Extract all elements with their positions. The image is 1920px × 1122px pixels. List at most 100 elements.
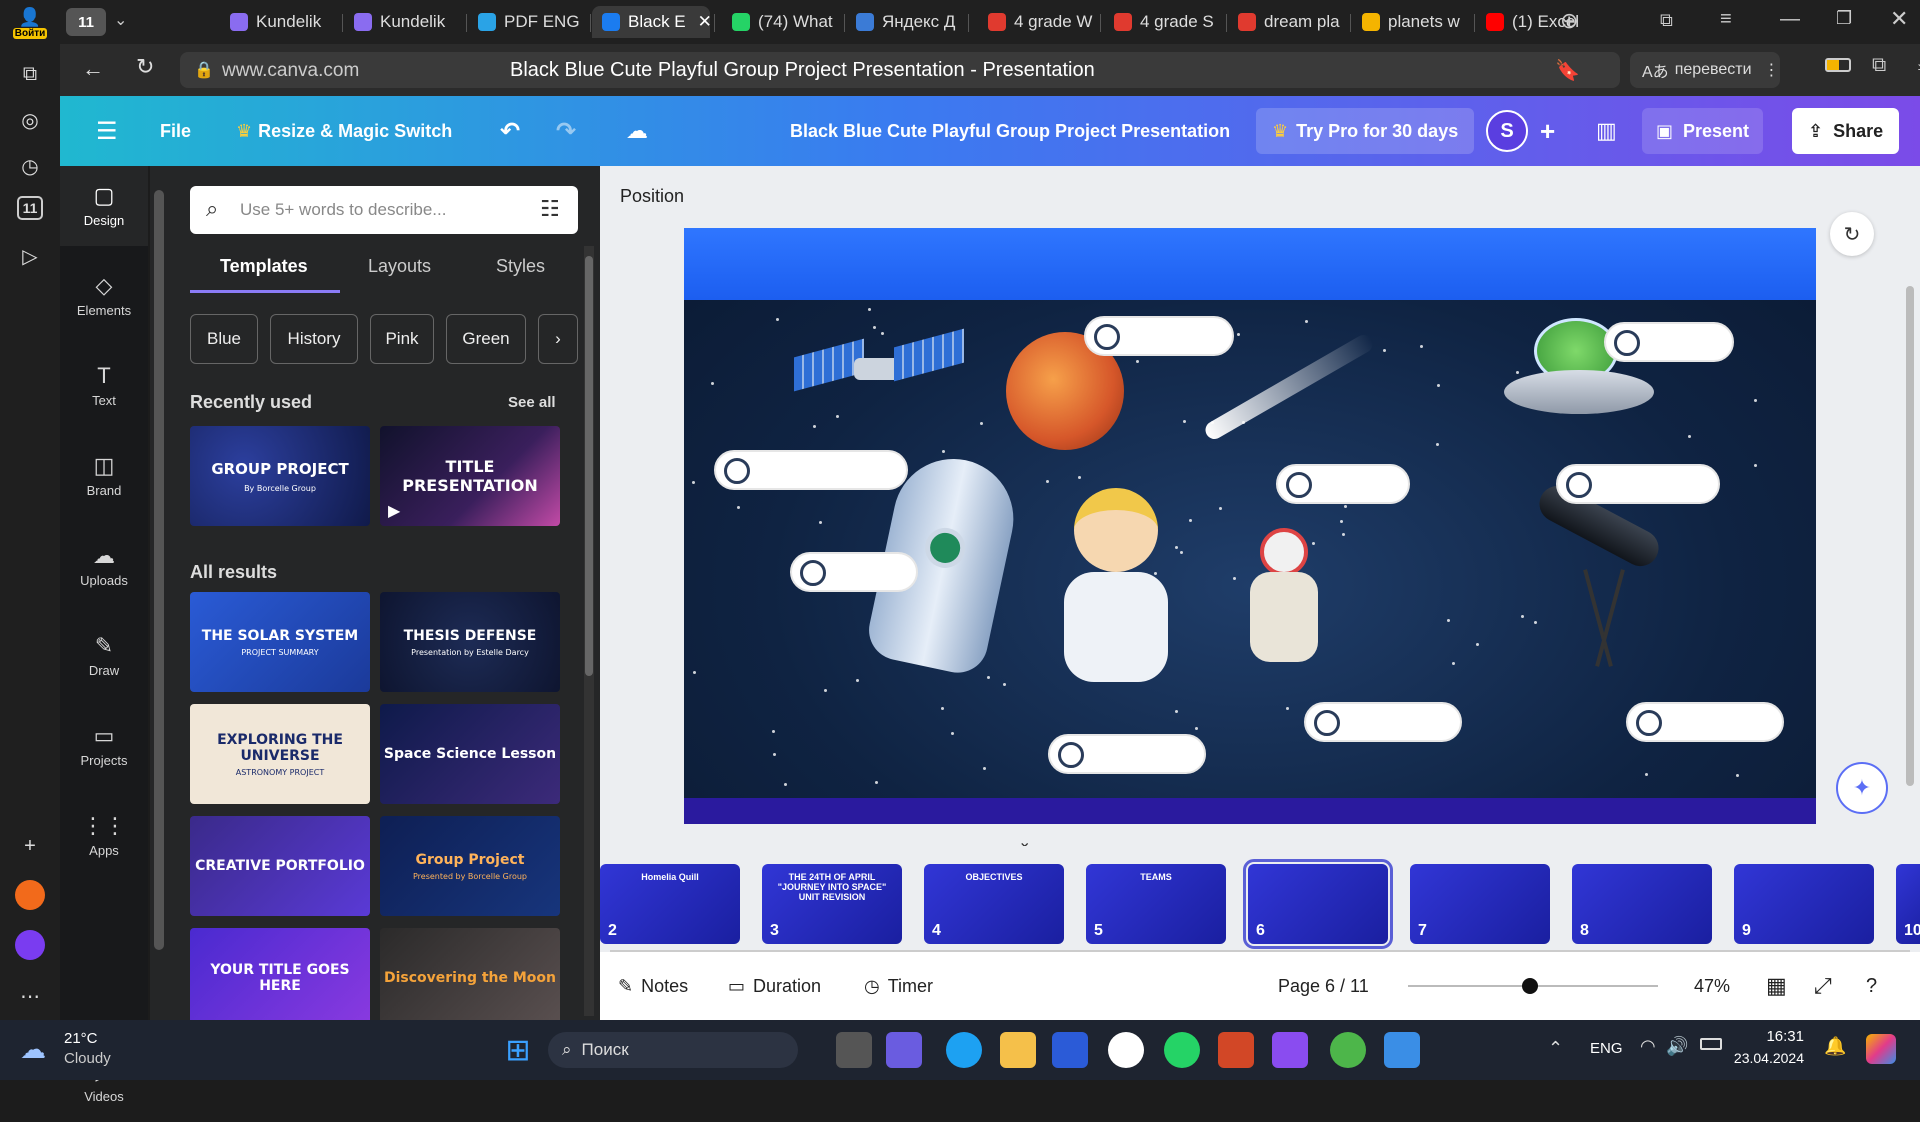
- page-thumb[interactable]: THE 24TH OF APRIL "JOURNEY INTO SPACE" U…: [762, 864, 902, 944]
- translate-button[interactable]: Aあ перевести ⋮: [1630, 52, 1780, 88]
- template-thumb[interactable]: Discovering the Moon: [380, 928, 560, 1028]
- restore-icon[interactable]: ❐: [1836, 8, 1852, 29]
- edge-icon[interactable]: [946, 1032, 982, 1068]
- notes-button[interactable]: ✎ Notes: [618, 952, 688, 1020]
- chip-green[interactable]: Green: [446, 314, 526, 364]
- yandex-browser-icon[interactable]: [1108, 1032, 1144, 1068]
- tool-apps[interactable]: ⋮⋮ Apps: [60, 796, 148, 876]
- audio-answer-box[interactable]: [1084, 316, 1234, 356]
- audio-answer-box[interactable]: [1276, 464, 1410, 504]
- collections-icon[interactable]: ⧉: [14, 58, 46, 90]
- chip-history[interactable]: History: [270, 314, 358, 364]
- audio-answer-box[interactable]: [790, 552, 918, 592]
- tab-manager-icon[interactable]: ⧉: [1660, 10, 1673, 31]
- insights-chart-icon[interactable]: ▥: [1596, 96, 1617, 166]
- app-p-icon[interactable]: [1272, 1032, 1308, 1068]
- chevron-down-icon[interactable]: ⌄: [114, 10, 127, 30]
- position-button[interactable]: Position: [620, 186, 684, 207]
- browser-tab[interactable]: Black E ✕: [592, 6, 710, 38]
- page-thumb[interactable]: TEAMS 5: [1086, 864, 1226, 944]
- template-thumb[interactable]: CREATIVE PORTFOLIO: [190, 816, 370, 916]
- template-thumb-group-project[interactable]: GROUP PROJECT By Borcelle Group: [190, 426, 370, 526]
- refresh-icon[interactable]: ↻: [1830, 212, 1874, 256]
- template-thumb-title-presentation[interactable]: TITLE PRESENTATION ▶: [380, 426, 560, 526]
- page-thumb[interactable]: 6: [1243, 859, 1393, 949]
- url-text[interactable]: www.canva.com: [222, 60, 359, 82]
- whatsapp-icon[interactable]: [1164, 1032, 1200, 1068]
- canvas-scrollbar[interactable]: [1900, 166, 1920, 846]
- tool-draw[interactable]: ✎ Draw: [60, 616, 148, 696]
- copilot-icon[interactable]: [1866, 1034, 1896, 1064]
- grid-view-icon[interactable]: ▦: [1766, 952, 1787, 1020]
- search-input[interactable]: Use 5+ words to describe...: [190, 186, 578, 234]
- audio-answer-box[interactable]: [1556, 464, 1720, 504]
- audio-answer-box[interactable]: [714, 450, 908, 490]
- chip-pink[interactable]: Pink: [370, 314, 434, 364]
- page-indicator[interactable]: Page 6 / 11: [1278, 952, 1369, 1020]
- browser-tab[interactable]: 4 grade S: [1104, 6, 1222, 38]
- tool-elements[interactable]: ◇ Elements: [60, 256, 148, 336]
- play-icon[interactable]: ▷: [14, 240, 46, 272]
- task-view-icon[interactable]: [836, 1032, 872, 1068]
- app-orange-icon[interactable]: [15, 880, 45, 910]
- slide-canvas[interactable]: [684, 228, 1816, 824]
- audio-answer-box[interactable]: [1048, 734, 1206, 774]
- back-arrow-icon[interactable]: ←: [82, 56, 104, 82]
- filter-icon[interactable]: ☷: [540, 196, 560, 222]
- tab-count-button[interactable]: 11: [66, 8, 106, 36]
- undo-icon[interactable]: ↶: [500, 96, 520, 166]
- tool-brand[interactable]: ◫ Brand: [60, 436, 148, 516]
- teams-icon[interactable]: [886, 1032, 922, 1068]
- volume-icon[interactable]: 🔊: [1666, 1036, 1688, 1057]
- tool-projects[interactable]: ▭ Projects: [60, 706, 148, 786]
- clock-date[interactable]: 23.04.2024: [1724, 1050, 1804, 1066]
- tray-chevron-up-icon[interactable]: ⌃: [1548, 1038, 1563, 1059]
- timer-button[interactable]: ◷ Timer: [864, 952, 933, 1020]
- help-icon[interactable]: ?: [1866, 952, 1877, 1020]
- page-thumb[interactable]: 8: [1572, 864, 1712, 944]
- zoom-level[interactable]: 47%: [1694, 952, 1730, 1020]
- tab-layouts[interactable]: Layouts: [368, 256, 431, 277]
- try-pro-button[interactable]: ♛ Try Pro for 30 days: [1256, 108, 1475, 154]
- paint-icon[interactable]: [1384, 1032, 1420, 1068]
- template-thumb[interactable]: Space Science Lesson: [380, 704, 560, 804]
- page-thumb[interactable]: 9: [1734, 864, 1874, 944]
- space-station-image[interactable]: [794, 328, 964, 418]
- notification-bell-icon[interactable]: 🔔: [1824, 1036, 1846, 1057]
- page-thumb[interactable]: 7: [1410, 864, 1550, 944]
- chips-next-chevron-icon[interactable]: ›: [538, 314, 578, 364]
- chip-blue[interactable]: Blue: [190, 314, 258, 364]
- browser-tab[interactable]: Kundelik: [220, 6, 338, 38]
- share-button[interactable]: ⇪ Share: [1792, 108, 1900, 154]
- astronaut-suit-image[interactable]: [1244, 528, 1324, 668]
- tab-styles[interactable]: Styles: [496, 256, 545, 277]
- audio-answer-box[interactable]: [1304, 702, 1462, 742]
- profile-button[interactable]: 👤 Войти: [12, 4, 48, 42]
- see-all-link[interactable]: See all: [508, 394, 556, 411]
- more-icon[interactable]: ⋯: [14, 980, 46, 1012]
- zoom-slider[interactable]: [1408, 978, 1658, 994]
- battery-tray-icon[interactable]: [1700, 1038, 1722, 1050]
- tool-text[interactable]: T Text: [60, 346, 148, 426]
- close-tab-icon[interactable]: ✕: [698, 12, 710, 32]
- avatar[interactable]: S: [1486, 110, 1528, 152]
- powerpoint-icon[interactable]: [1218, 1032, 1254, 1068]
- history-icon[interactable]: ◷: [14, 150, 46, 182]
- template-thumb[interactable]: THE SOLAR SYSTEM PROJECT SUMMARY: [190, 592, 370, 692]
- fullscreen-icon[interactable]: ⤢: [1814, 952, 1832, 1020]
- document-title[interactable]: Black Blue Cute Playful Group Project Pr…: [790, 96, 1230, 166]
- present-button[interactable]: ▣ Present: [1642, 108, 1764, 154]
- tool-uploads[interactable]: ☁ Uploads: [60, 526, 148, 606]
- bookmark-icon[interactable]: 🔖: [1555, 58, 1580, 83]
- extensions-icon[interactable]: ⧉: [1872, 54, 1886, 77]
- redo-icon[interactable]: ↷: [556, 96, 576, 166]
- add-collaborator-icon[interactable]: +: [1540, 96, 1555, 166]
- wifi-icon[interactable]: ◠: [1640, 1036, 1656, 1057]
- browser-tab[interactable]: dream pla: [1228, 6, 1346, 38]
- more-dots-icon[interactable]: ⋮: [1764, 60, 1780, 80]
- kid-astronaut-image[interactable]: [1054, 488, 1174, 688]
- page-thumb[interactable]: Homelia Quill 2: [600, 864, 740, 944]
- menu-icon[interactable]: ≡: [1720, 8, 1732, 31]
- file-menu[interactable]: File: [160, 96, 191, 166]
- new-tab-icon[interactable]: ⊕: [1560, 8, 1578, 34]
